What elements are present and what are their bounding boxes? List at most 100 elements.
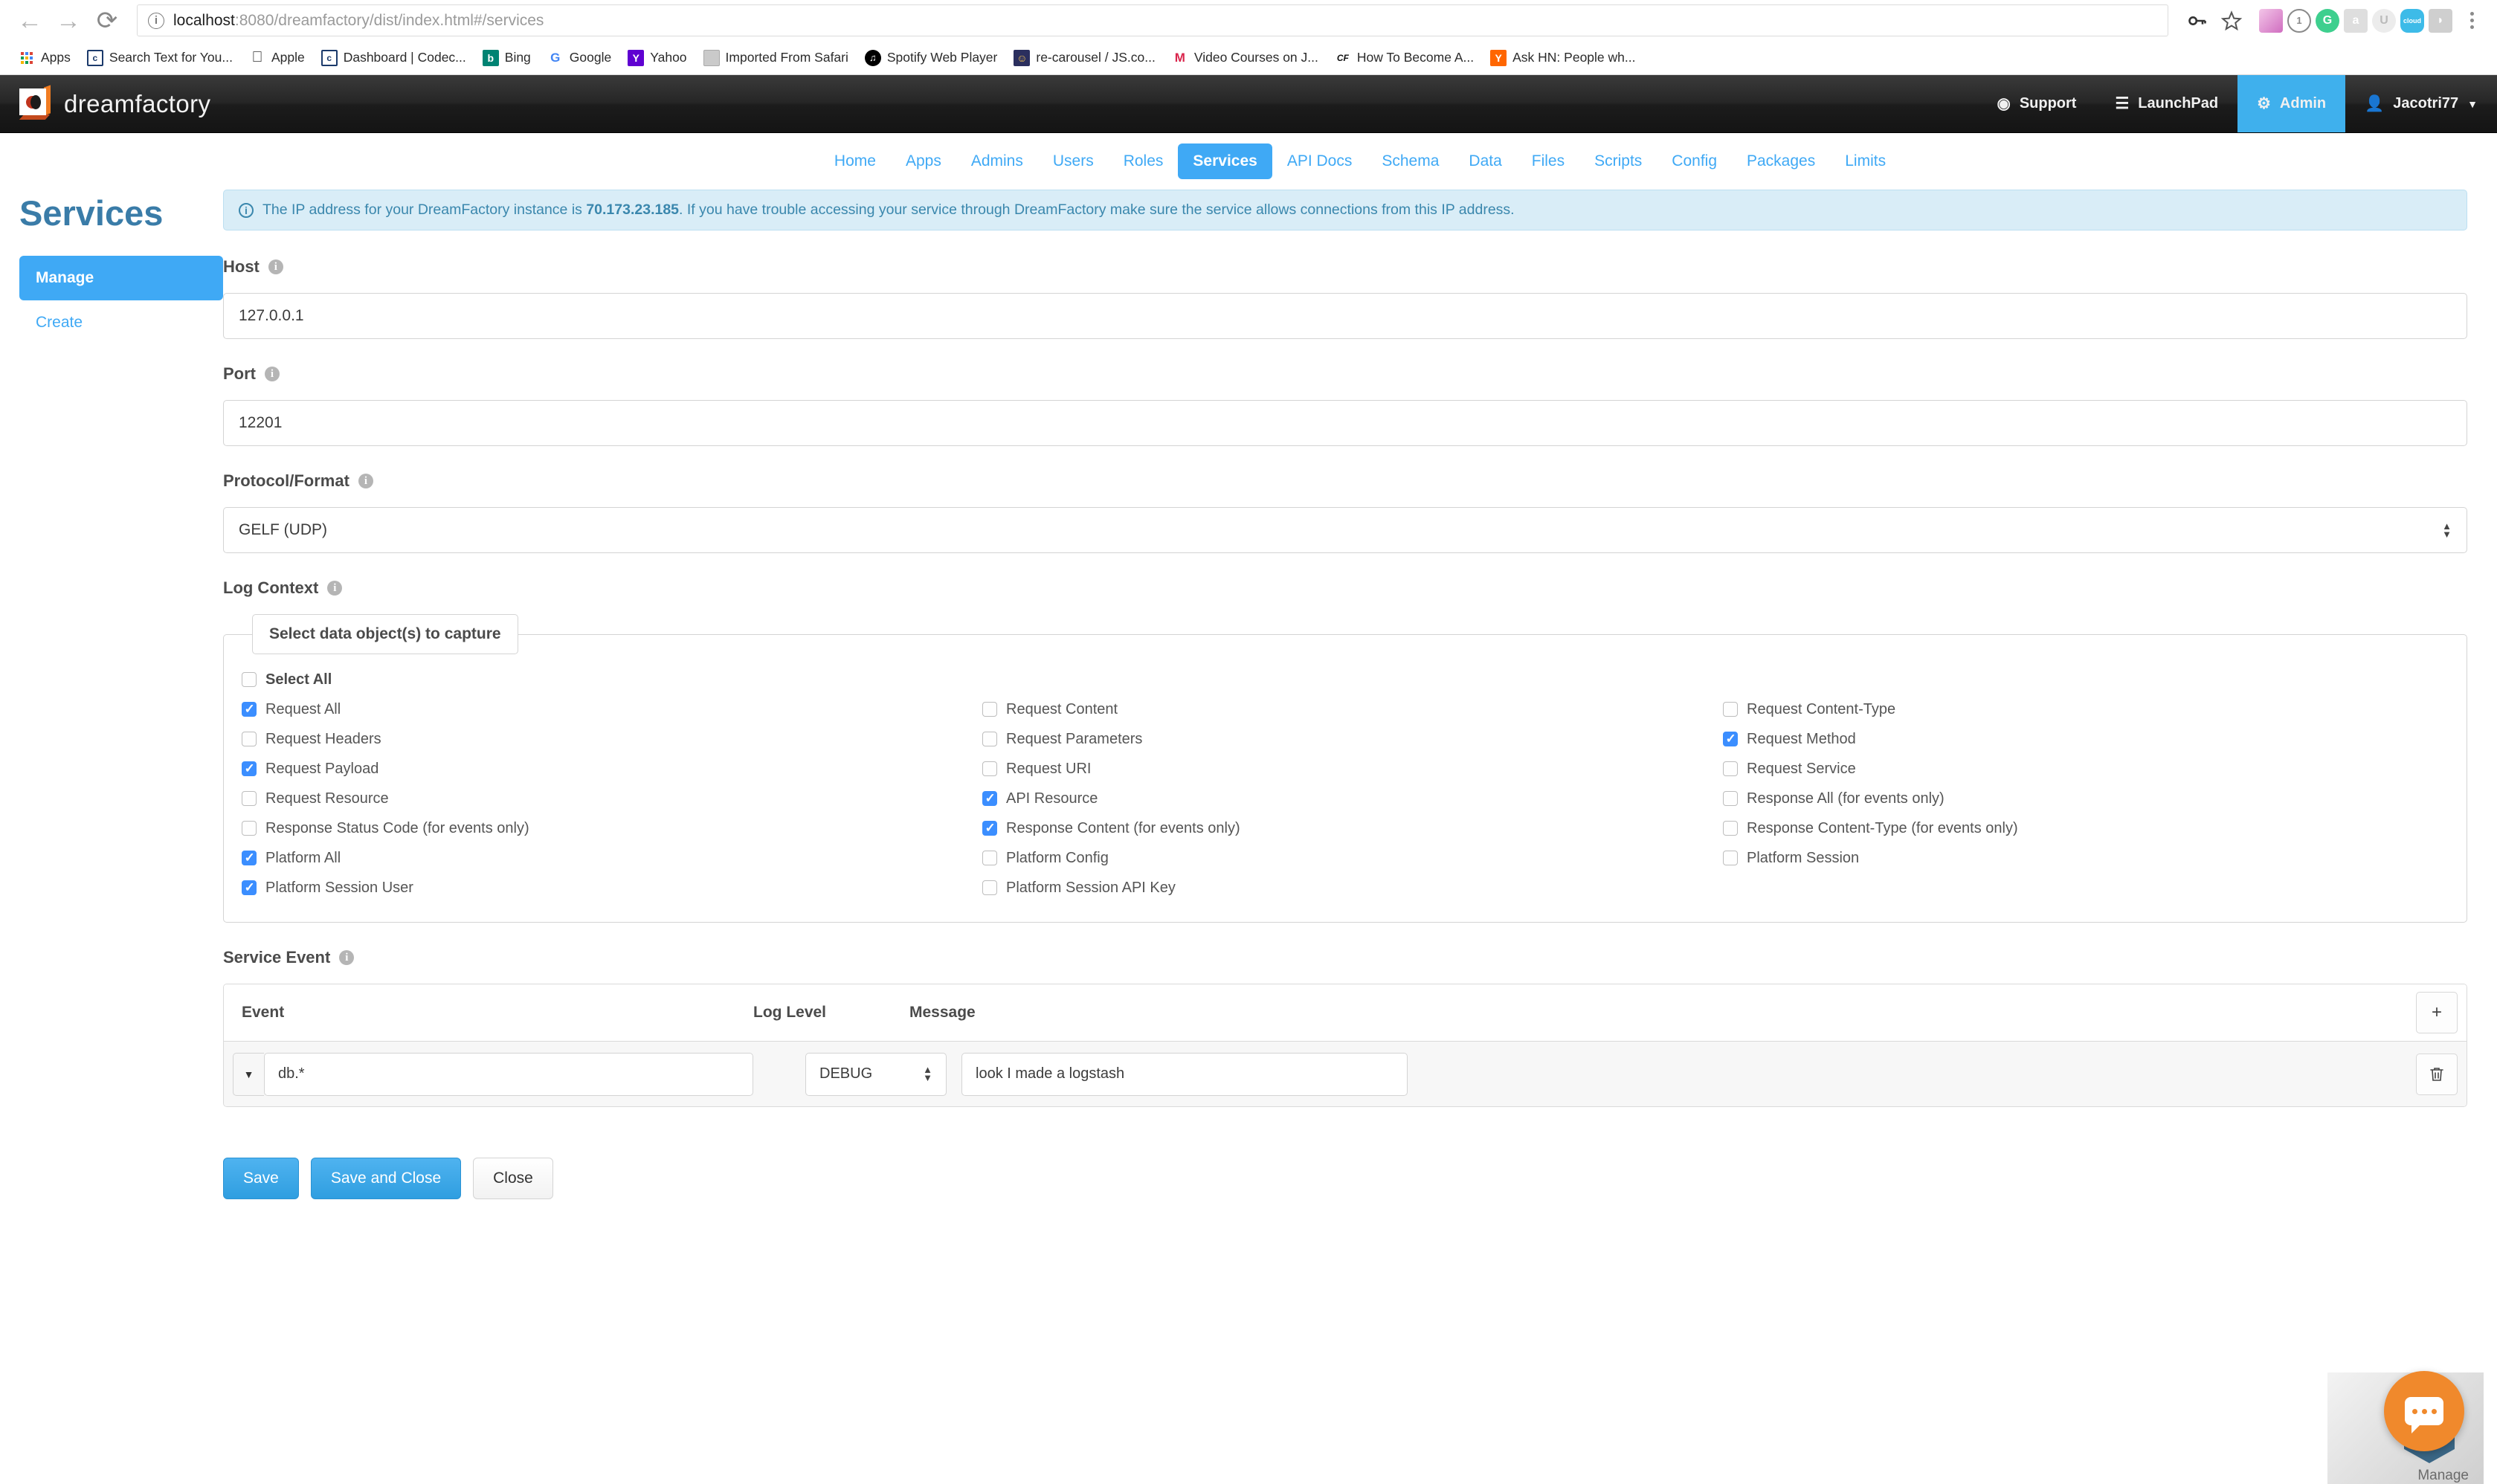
launchpad-button[interactable]: ☰ LaunchPad (2095, 75, 2237, 132)
checkbox-box[interactable] (1723, 821, 1738, 836)
checkbox-api-resource[interactable]: API Resource (982, 784, 1708, 813)
back-button[interactable]: ← (10, 1, 49, 40)
info-icon[interactable]: i (327, 581, 343, 596)
checkbox-request-headers[interactable]: Request Headers (242, 724, 967, 754)
info-icon[interactable]: i (358, 474, 373, 488)
tab-services[interactable]: Services (1178, 143, 1272, 179)
checkbox-box[interactable] (1723, 791, 1738, 806)
quote-extension-icon[interactable]: a (2344, 8, 2368, 33)
host-input[interactable] (223, 293, 2467, 339)
save-button[interactable]: Save (223, 1158, 299, 1199)
bookmark-dashboard-codec[interactable]: c Dashboard | Codec... (315, 47, 473, 69)
checkbox-platform-all[interactable]: Platform All (242, 843, 967, 873)
lastpass-icon[interactable]: ◗ (2429, 8, 2452, 33)
checkbox-box[interactable] (982, 851, 997, 865)
browser-menu-button[interactable] (2457, 4, 2487, 38)
event-dropdown-toggle[interactable]: ▼ (233, 1052, 264, 1096)
brand-logo-group[interactable]: dreamfactory (0, 84, 210, 120)
address-bar[interactable]: i localhost:8080/dreamfactory/dist/index… (137, 4, 2168, 36)
checkbox-box[interactable] (1723, 851, 1738, 865)
key-icon[interactable] (2180, 4, 2214, 38)
checkbox-box[interactable] (1723, 761, 1738, 776)
forward-button[interactable]: → (49, 1, 88, 40)
port-input[interactable] (223, 400, 2467, 446)
checkbox-request-uri[interactable]: Request URI (982, 754, 1708, 784)
tab-admins[interactable]: Admins (956, 143, 1038, 179)
checkbox-response-content-type[interactable]: Response Content-Type (for events only) (1723, 813, 2449, 843)
tab-roles[interactable]: Roles (1109, 143, 1179, 179)
bookmark-apps[interactable]: Apps (12, 47, 77, 69)
checkbox-platform-config[interactable]: Platform Config (982, 843, 1708, 873)
tab-files[interactable]: Files (1517, 143, 1579, 179)
checkbox-request-method[interactable]: Request Method (1723, 724, 2449, 754)
add-event-button[interactable]: + (2416, 992, 2458, 1033)
checkbox-box[interactable] (242, 880, 257, 896)
save-and-close-button[interactable]: Save and Close (310, 1158, 462, 1199)
reload-button[interactable]: ⟳ (88, 1, 126, 40)
checkbox-platform-session[interactable]: Platform Session (1723, 843, 2449, 873)
bookmark-re-carousel[interactable]: ☺ re-carousel / JS.co... (1007, 47, 1161, 69)
bookmark-video-courses[interactable]: M Video Courses on J... (1165, 47, 1325, 69)
checkbox-box[interactable] (982, 790, 997, 807)
bookmark-yahoo[interactable]: Y Yahoo (621, 47, 693, 69)
checkbox-box[interactable] (242, 821, 257, 836)
checkbox-request-all[interactable]: Request All (242, 694, 967, 724)
message-input[interactable]: look I made a logstash (961, 1052, 1408, 1096)
checkbox-box[interactable] (1723, 731, 1738, 747)
checkbox-box[interactable] (982, 761, 997, 776)
checkbox-response-status-code[interactable]: Response Status Code (for events only) (242, 813, 967, 843)
gradient-extension-icon[interactable] (2259, 8, 2283, 33)
checkbox-box[interactable] (1723, 702, 1738, 717)
delete-row-button[interactable] (2416, 1053, 2458, 1095)
checkbox-box[interactable] (242, 672, 257, 687)
bookmark-search-text[interactable]: c Search Text for You... (80, 47, 239, 69)
checkbox-box[interactable] (242, 732, 257, 746)
checkbox-request-resource[interactable]: Request Resource (242, 784, 967, 813)
bookmark-ask-hn[interactable]: Y Ask HN: People wh... (1483, 47, 1642, 69)
event-input[interactable]: db.* (264, 1052, 753, 1096)
info-icon[interactable]: i (268, 259, 283, 274)
bookmark-spotify[interactable]: ♫ Spotify Web Player (858, 47, 1005, 69)
sidebar-item-manage[interactable]: Manage (19, 256, 223, 300)
log-level-select[interactable]: DEBUG ▲ ▼ (805, 1052, 947, 1096)
user-menu-button[interactable]: 👤 Jacotri77 ▼ (2345, 75, 2497, 132)
checkbox-request-payload[interactable]: Request Payload (242, 754, 967, 784)
checkbox-response-all[interactable]: Response All (for events only) (1723, 784, 2449, 813)
tab-config[interactable]: Config (1657, 143, 1732, 179)
checkbox-platform-session-api-key[interactable]: Platform Session API Key (982, 873, 1708, 903)
checkbox-box[interactable] (242, 791, 257, 806)
tab-home[interactable]: Home (819, 143, 891, 179)
checkbox-request-content[interactable]: Request Content (982, 694, 1708, 724)
chat-widget-button[interactable] (2384, 1371, 2464, 1451)
bookmark-imported-from-safari[interactable]: Imported From Safari (697, 47, 855, 69)
checkbox-box[interactable] (242, 761, 257, 777)
star-icon[interactable] (2214, 4, 2249, 38)
grammarly-icon[interactable]: G (2316, 8, 2339, 33)
info-icon[interactable]: i (339, 950, 355, 965)
salesforce-icon[interactable]: cloud (2400, 8, 2424, 33)
checkbox-request-service[interactable]: Request Service (1723, 754, 2449, 784)
bookmark-bing[interactable]: b Bing (476, 47, 538, 69)
bookmark-apple[interactable]:  Apple (242, 47, 312, 69)
sidebar-item-create[interactable]: Create (19, 300, 223, 345)
tab-schema[interactable]: Schema (1367, 143, 1454, 179)
checkbox-box[interactable] (242, 701, 257, 717)
close-button[interactable]: Close (473, 1158, 553, 1199)
checkbox-box[interactable] (982, 880, 997, 895)
info-icon[interactable]: i (265, 367, 280, 381)
checkbox-request-parameters[interactable]: Request Parameters (982, 724, 1708, 754)
protocol-select[interactable]: GELF (UDP) ▲ ▼ (223, 507, 2467, 553)
tab-packages[interactable]: Packages (1732, 143, 1830, 179)
tab-scripts[interactable]: Scripts (1579, 143, 1657, 179)
checkbox-response-content[interactable]: Response Content (for events only) (982, 813, 1708, 843)
support-button[interactable]: ◉ Support (1977, 75, 2095, 132)
u-extension-icon[interactable]: U (2372, 8, 2396, 33)
checkbox-box[interactable] (242, 850, 257, 866)
checkbox-select-all[interactable]: Select All (242, 665, 2449, 694)
checkbox-request-content-type[interactable]: Request Content-Type (1723, 694, 2449, 724)
checkbox-box[interactable] (982, 732, 997, 746)
checkbox-box[interactable] (982, 702, 997, 717)
tab-apps[interactable]: Apps (891, 143, 956, 179)
site-info-icon[interactable]: i (148, 12, 164, 29)
tab-limits[interactable]: Limits (1830, 143, 1901, 179)
